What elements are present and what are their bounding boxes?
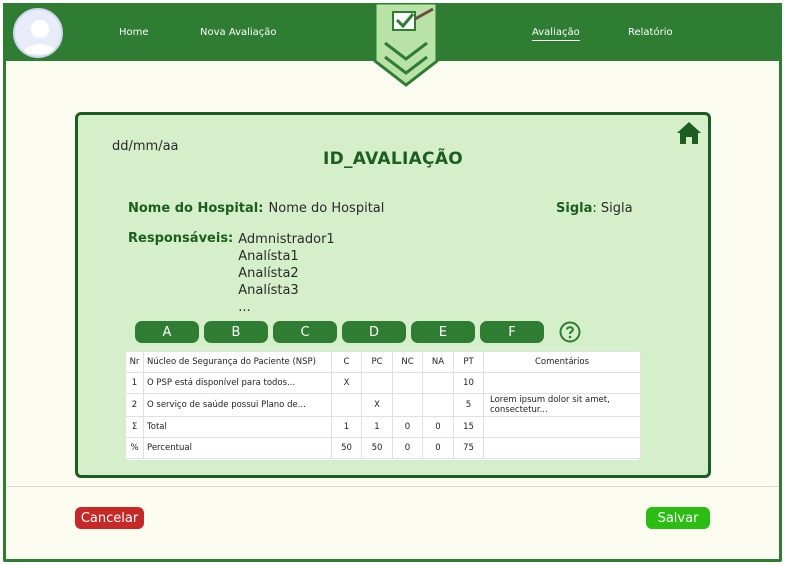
sigla-value: : Sigla [592,201,633,216]
table-header-row: Nr Núcleo de Segurança do Paciente (NSP)… [125,351,641,373]
tab-e[interactable]: E [411,321,475,343]
user-avatar[interactable] [13,8,63,58]
column-header: PC [361,351,393,373]
tab-a[interactable]: A [135,321,199,343]
table-cell[interactable] [392,393,423,417]
responsavel-item: ... [238,300,251,315]
tab-d[interactable]: D [342,321,406,343]
app-logo [373,3,439,87]
table-cell: 0 [392,437,423,459]
column-header: NC [392,351,423,373]
table-cell: 5 [453,393,484,417]
responsaveis-label: Responsáveis: [128,231,234,246]
footer-divider [6,486,779,487]
table-cell: 10 [453,372,484,394]
table-cell: 1 [361,416,393,438]
table-cell: 0 [422,437,454,459]
save-button[interactable]: Salvar [646,507,710,529]
column-header: Núcleo de Segurança do Paciente (NSP) [143,351,332,373]
table-cell: 0 [392,416,423,438]
home-icon[interactable] [676,121,702,145]
table-cell: Total [143,416,332,438]
responsavel-item: Analísta3 [238,283,299,298]
table-cell: 50 [331,437,362,459]
responsaveis-field: Responsáveis: Admnistrador1 Analísta1 An… [128,231,335,316]
table-row-total: Σ Total 1 1 0 0 15 [125,416,641,438]
nav-relatorio[interactable]: Relatório [628,27,673,38]
table-cell: 0 [422,416,454,438]
table-cell: 15 [453,416,484,438]
comment-cell [483,437,641,459]
table-cell: % [125,437,144,459]
table-cell: Σ [125,416,144,438]
table-row[interactable]: 1 O PSP está disponível para todos... X … [125,372,641,394]
responsavel-item: Analísta1 [238,249,299,264]
responsavel-item: Analísta2 [238,266,299,281]
table-cell[interactable]: X [331,372,362,394]
hospital-label: Nome do Hospital: [128,201,264,216]
hospital-value: Nome do Hospital [268,201,385,216]
tab-c[interactable]: C [273,321,337,343]
column-header: Comentários [483,351,641,373]
tab-b[interactable]: B [204,321,268,343]
evaluation-card: dd/mm/aa ID_AVALIAÇÃO Nome do Hospital: … [75,112,711,478]
section-tabs: A B C D E F [135,321,581,343]
help-icon[interactable] [559,321,581,343]
table-cell[interactable] [422,372,454,394]
table-cell[interactable] [392,372,423,394]
hospital-field: Nome do Hospital: Nome do Hospital [128,197,384,216]
comment-cell[interactable] [483,372,641,394]
table-row[interactable]: 2 O serviço de saúde possui Plano de... … [125,393,641,417]
table-cell[interactable] [361,372,393,394]
evaluation-title: ID_AVALIAÇÃO [322,149,464,169]
sigla-label: Sigla [556,201,593,216]
cancel-button[interactable]: Cancelar [75,507,144,529]
table-row-percent: % Percentual 50 50 0 0 75 [125,437,641,459]
table-cell: O serviço de saúde possui Plano de... [143,393,332,417]
column-header: Nr [125,351,144,373]
sigla-field: Sigla: Sigla [556,197,633,216]
column-header: C [331,351,362,373]
responsaveis-list: Admnistrador1 Analísta1 Analísta2 Analís… [238,231,334,316]
table-cell[interactable]: X [361,393,393,417]
comment-cell [483,416,641,438]
column-header: NA [422,351,454,373]
table-cell: O PSP está disponível para todos... [143,372,332,394]
responsavel-item: Admnistrador1 [238,232,335,247]
tab-f[interactable]: F [480,321,544,343]
table-cell: 1 [125,372,144,394]
nav-nova-avaliacao[interactable]: Nova Avaliação [200,27,277,38]
table-cell[interactable] [422,393,454,417]
table-cell: 2 [125,393,144,417]
comment-cell[interactable]: Lorem ipsum dolor sit amet, consectetur.… [483,393,641,417]
nav-home[interactable]: Home [119,27,149,38]
table-cell[interactable] [331,393,362,417]
table-cell: Percentual [143,437,332,459]
evaluation-table: Nr Núcleo de Segurança do Paciente (NSP)… [125,351,641,460]
column-header: PT [453,351,484,373]
table-cell: 1 [331,416,362,438]
nav-avaliacao[interactable]: Avaliação [532,27,580,41]
table-cell: 50 [361,437,393,459]
table-cell: 75 [453,437,484,459]
